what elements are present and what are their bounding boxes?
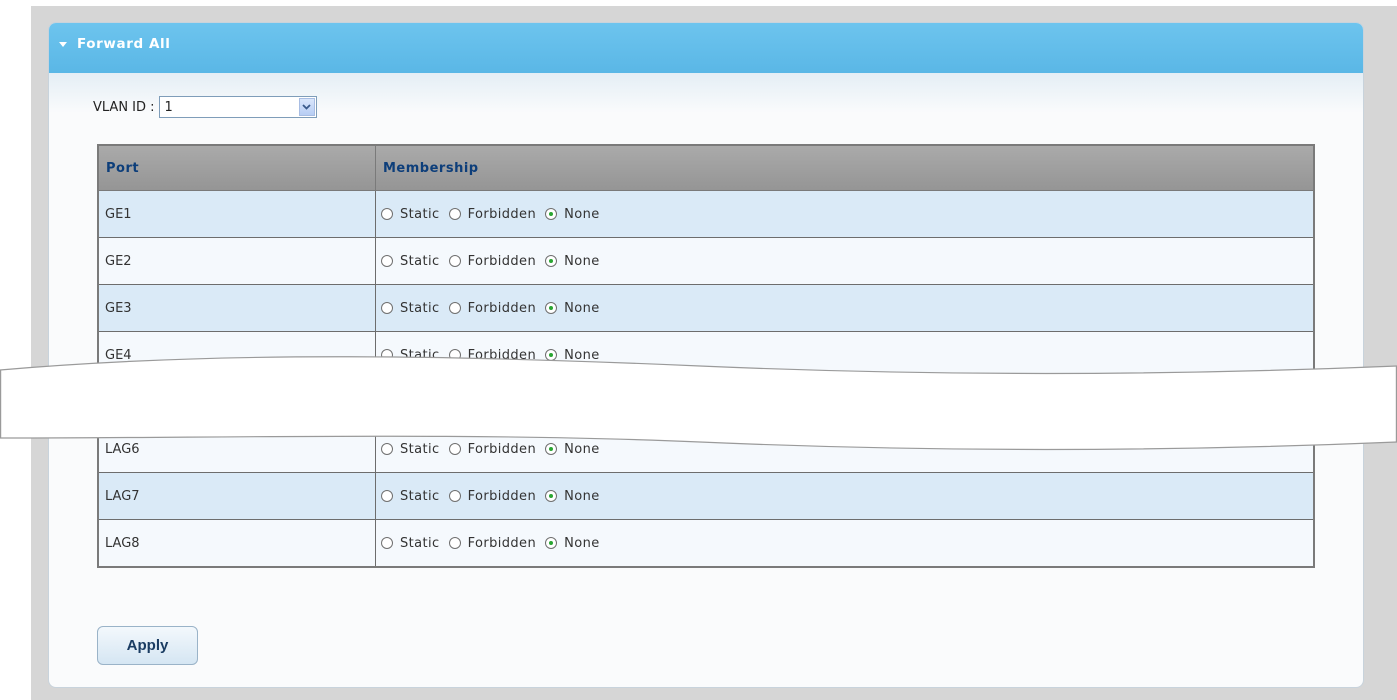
dropdown-arrow-icon[interactable] — [298, 98, 315, 116]
membership-radio-group: Static Forbidden None — [381, 207, 1313, 222]
radio-label-forbidden: Forbidden — [467, 535, 537, 551]
vlan-id-label: VLAN ID : — [93, 99, 155, 115]
membership-radio-group: Static Forbidden None — [381, 489, 1313, 504]
table-row: LAG7 Static Forbidden None — [97, 472, 1315, 520]
radio-option-forbidden[interactable]: Forbidden — [448, 253, 537, 269]
membership-column-header: Membership — [375, 144, 1315, 191]
radio-label-static: Static — [400, 206, 440, 222]
radio-option-none[interactable]: None — [545, 254, 600, 269]
radio-option-none[interactable]: None — [545, 207, 600, 222]
radio-label-forbidden: Forbidden — [467, 300, 537, 316]
radio-option-static[interactable]: Static — [381, 536, 440, 551]
radio-label-none: None — [564, 300, 600, 316]
table-row: LAG8 Static Forbidden None — [97, 519, 1315, 568]
radio-none[interactable] — [545, 302, 558, 314]
radio-option-static[interactable]: Static — [381, 254, 440, 269]
radio-static[interactable] — [381, 537, 393, 549]
vlan-id-select[interactable]: 1 — [158, 96, 317, 118]
port-cell: GE2 — [97, 237, 376, 285]
membership-radio-group: Static Forbidden None — [381, 536, 1313, 551]
panel-header[interactable]: Forward All — [49, 23, 1363, 74]
radio-forbidden[interactable] — [448, 208, 461, 220]
radio-forbidden[interactable] — [448, 302, 461, 314]
collapse-caret-icon[interactable] — [59, 41, 67, 47]
radio-label-none: None — [564, 488, 600, 504]
radio-option-none[interactable]: None — [545, 489, 600, 504]
radio-static[interactable] — [381, 490, 393, 502]
radio-label-static: Static — [400, 535, 440, 551]
port-column-header: Port — [97, 144, 376, 191]
radio-none[interactable] — [545, 537, 558, 549]
membership-cell: Static Forbidden None — [375, 190, 1315, 238]
port-cell: GE3 — [97, 284, 376, 332]
membership-cell: Static Forbidden None — [375, 519, 1315, 568]
membership-radio-group: Static Forbidden None — [381, 301, 1313, 316]
radio-option-static[interactable]: Static — [381, 207, 440, 222]
port-cell: GE1 — [97, 190, 376, 238]
radio-option-static[interactable]: Static — [381, 301, 440, 316]
membership-cell: Static Forbidden None — [375, 284, 1315, 332]
radio-static[interactable] — [381, 302, 393, 314]
radio-none[interactable] — [545, 255, 558, 267]
port-cell: LAG8 — [97, 519, 376, 568]
radio-forbidden[interactable] — [448, 537, 461, 549]
membership-cell: Static Forbidden None — [375, 237, 1315, 285]
radio-option-forbidden[interactable]: Forbidden — [448, 488, 537, 504]
vlan-id-row: VLAN ID : 1 — [93, 96, 317, 118]
membership-cell: Static Forbidden None — [375, 472, 1315, 520]
radio-static[interactable] — [381, 208, 393, 220]
radio-option-none[interactable]: None — [545, 301, 600, 316]
radio-static[interactable] — [381, 255, 393, 267]
radio-label-none: None — [564, 206, 600, 222]
radio-label-static: Static — [400, 253, 440, 269]
radio-forbidden[interactable] — [448, 490, 461, 502]
radio-label-static: Static — [400, 300, 440, 316]
radio-none[interactable] — [545, 490, 558, 502]
radio-forbidden[interactable] — [448, 255, 461, 267]
table-break-marker — [0, 356, 1397, 451]
table-row: GE2 Static Forbidden None — [97, 237, 1315, 285]
radio-label-static: Static — [400, 488, 440, 504]
table-row: GE1 Static Forbidden None — [97, 190, 1315, 238]
radio-option-forbidden[interactable]: Forbidden — [448, 535, 537, 551]
radio-label-forbidden: Forbidden — [467, 488, 537, 504]
radio-option-forbidden[interactable]: Forbidden — [448, 206, 537, 222]
radio-none[interactable] — [545, 208, 558, 220]
radio-option-none[interactable]: None — [545, 536, 600, 551]
radio-label-none: None — [564, 535, 600, 551]
radio-label-forbidden: Forbidden — [467, 253, 537, 269]
vlan-id-value: 1 — [164, 99, 173, 115]
membership-radio-group: Static Forbidden None — [381, 254, 1313, 269]
radio-option-static[interactable]: Static — [381, 489, 440, 504]
radio-option-forbidden[interactable]: Forbidden — [448, 300, 537, 316]
port-cell: LAG7 — [97, 472, 376, 520]
apply-button[interactable]: Apply — [97, 626, 198, 665]
radio-label-forbidden: Forbidden — [467, 206, 537, 222]
panel-title: Forward All — [77, 36, 171, 52]
table-row: GE3 Static Forbidden None — [97, 284, 1315, 332]
radio-label-none: None — [564, 253, 600, 269]
